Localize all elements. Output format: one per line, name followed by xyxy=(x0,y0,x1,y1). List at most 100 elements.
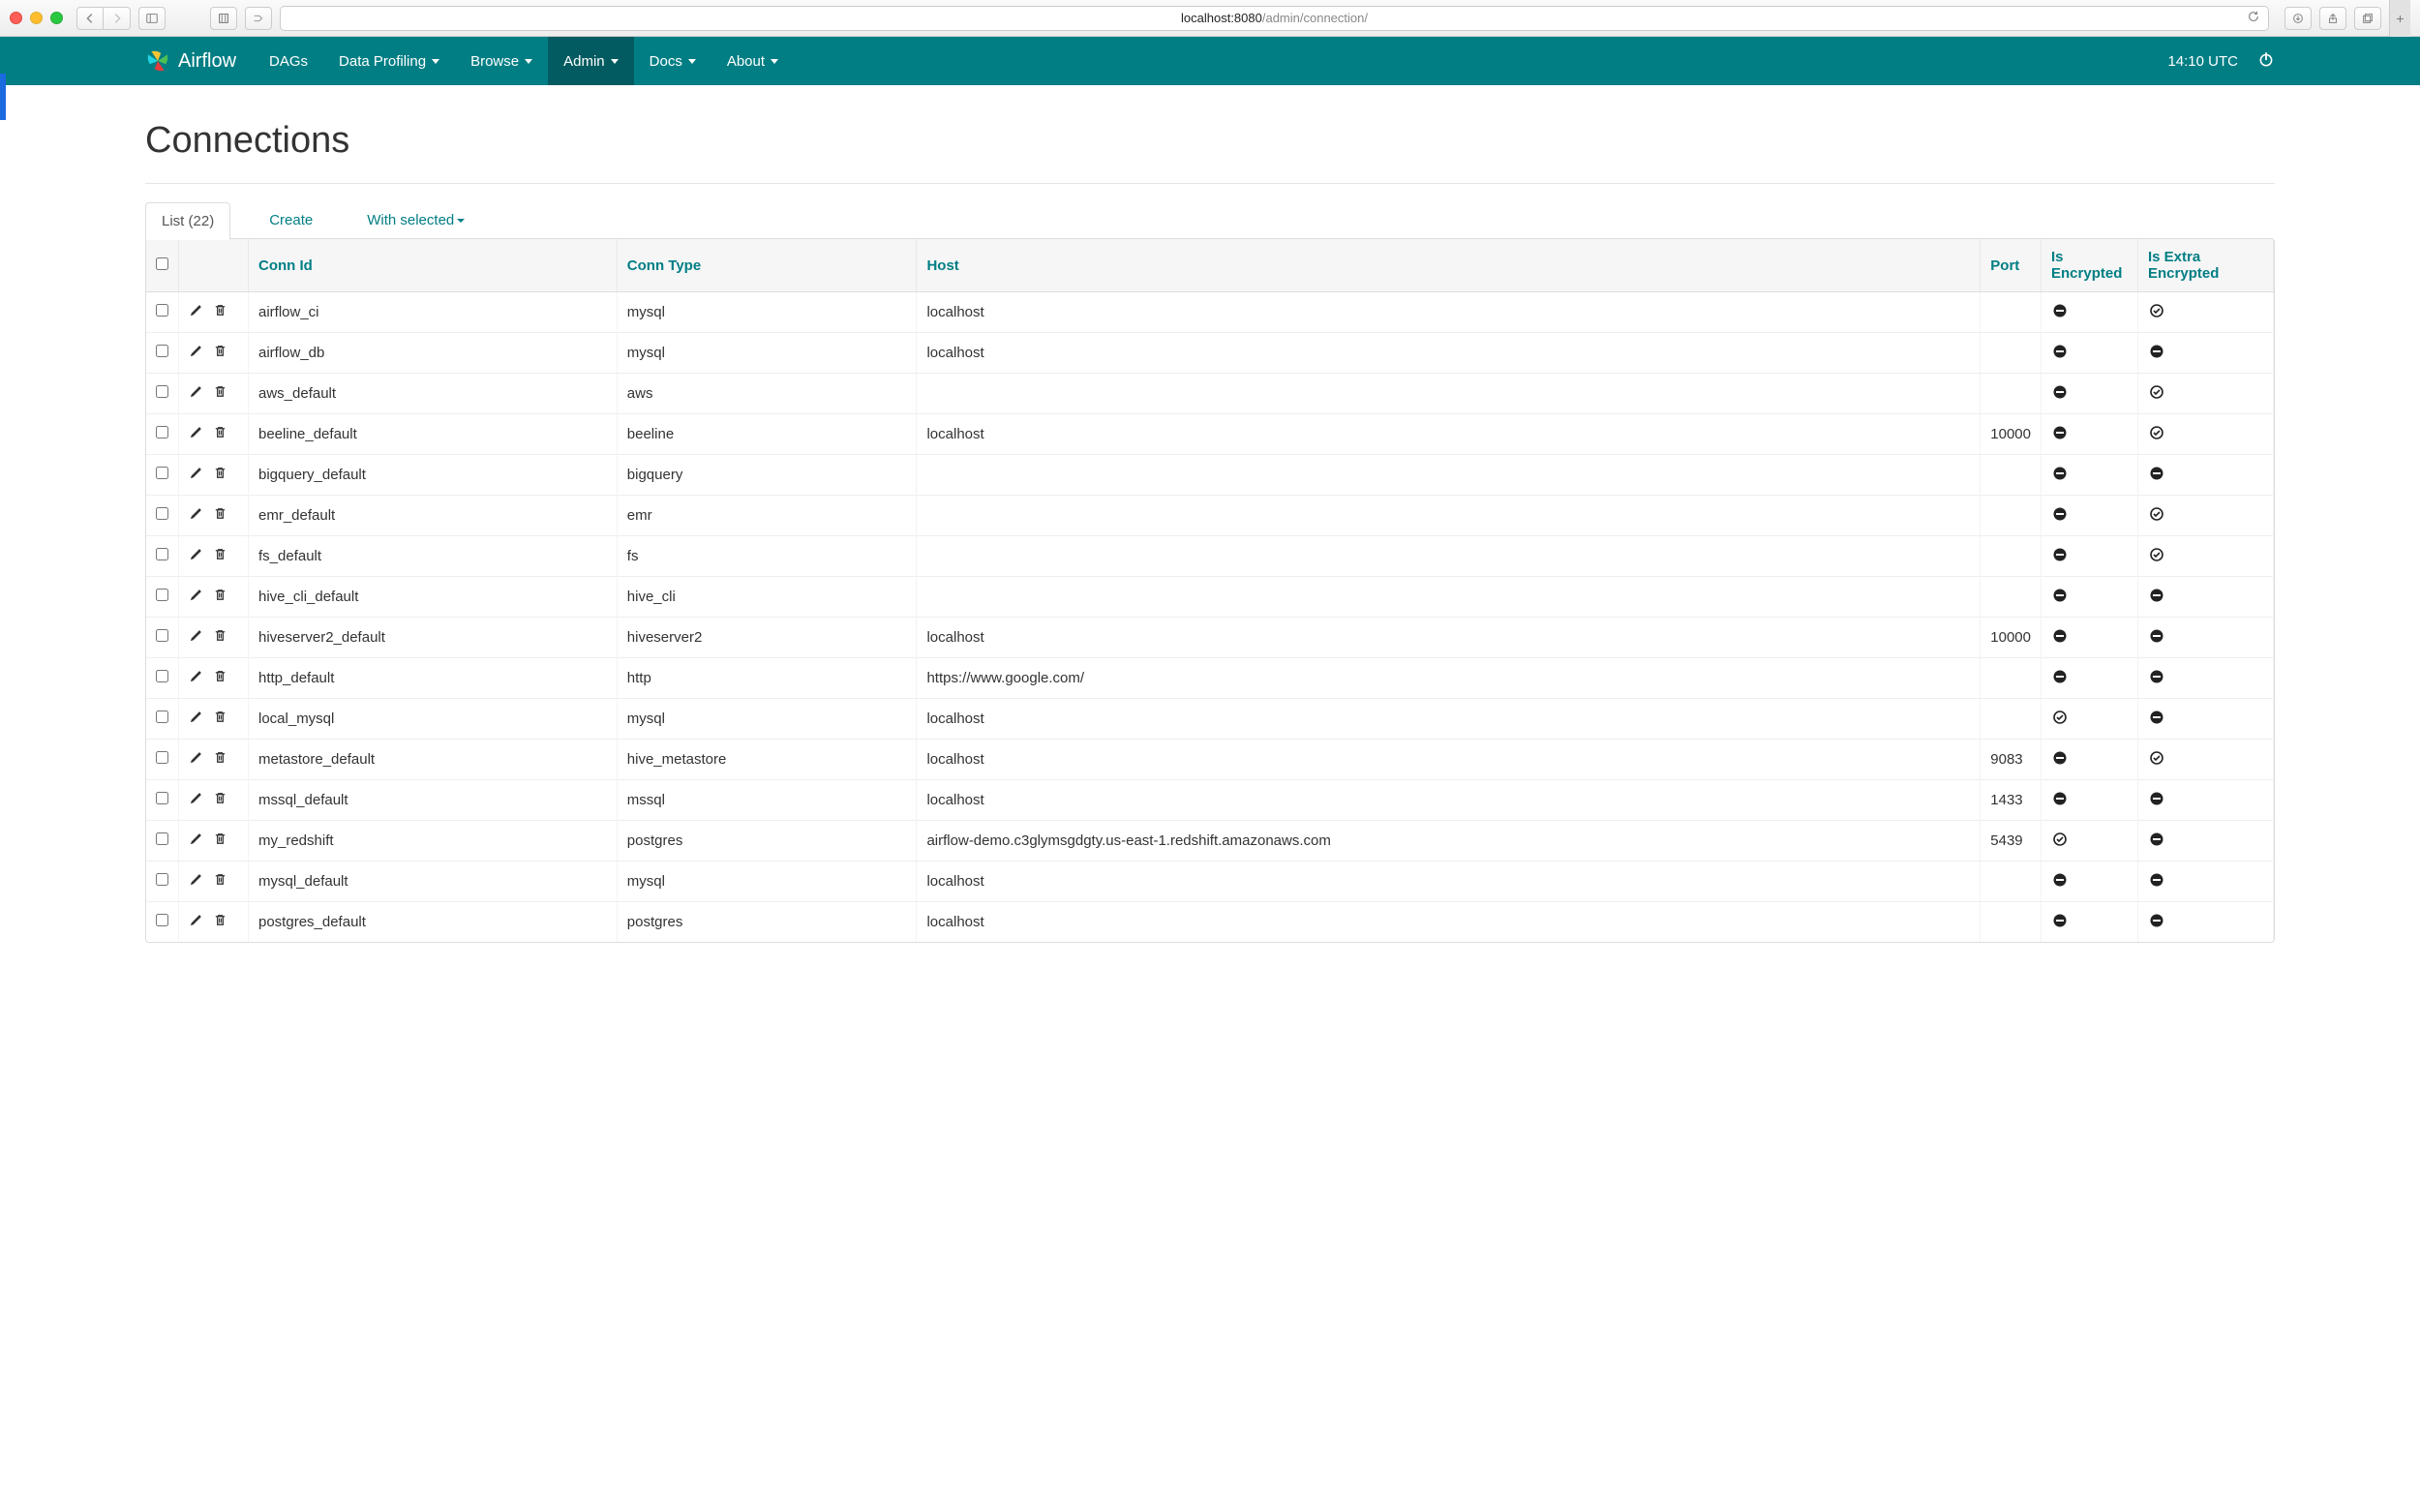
edit-icon[interactable] xyxy=(189,547,203,565)
row-checkbox[interactable] xyxy=(156,426,168,438)
chevron-down-icon xyxy=(771,59,778,64)
edit-icon[interactable] xyxy=(189,628,203,647)
nav-item-browse[interactable]: Browse xyxy=(455,37,548,85)
row-checkbox[interactable] xyxy=(156,792,168,804)
ok-circle-icon xyxy=(2148,546,2165,563)
row-checkbox[interactable] xyxy=(156,873,168,886)
row-checkbox[interactable] xyxy=(156,670,168,682)
delete-icon[interactable] xyxy=(213,750,227,769)
select-all-checkbox[interactable] xyxy=(156,257,168,270)
row-checkbox[interactable] xyxy=(156,467,168,479)
tab-list[interactable]: List (22) xyxy=(145,202,230,240)
row-checkbox[interactable] xyxy=(156,711,168,723)
cell-conn-id: mysql_default xyxy=(249,862,618,902)
delete-icon[interactable] xyxy=(213,628,227,647)
edit-icon[interactable] xyxy=(189,303,203,321)
extension-button-1[interactable] xyxy=(210,7,237,30)
downloads-button[interactable] xyxy=(2284,7,2312,30)
cell-conn-id: hiveserver2_default xyxy=(249,618,618,658)
row-checkbox[interactable] xyxy=(156,914,168,926)
reload-button[interactable] xyxy=(2247,10,2260,26)
cell-port: 1433 xyxy=(1981,780,2042,821)
delete-icon[interactable] xyxy=(213,547,227,565)
col-is-extra-encrypted[interactable]: Is Extra Encrypted xyxy=(2138,239,2274,292)
chevron-down-icon xyxy=(611,59,619,64)
delete-icon[interactable] xyxy=(213,791,227,809)
edit-icon[interactable] xyxy=(189,425,203,443)
cell-host: airflow-demo.c3glymsgdgty.us-east-1.reds… xyxy=(917,821,1981,862)
sidebar-toggle-button[interactable] xyxy=(138,7,166,30)
edit-icon[interactable] xyxy=(189,872,203,891)
delete-icon[interactable] xyxy=(213,872,227,891)
col-conn-type[interactable]: Conn Type xyxy=(617,239,917,292)
delete-icon[interactable] xyxy=(213,832,227,850)
row-checkbox[interactable] xyxy=(156,304,168,317)
delete-icon[interactable] xyxy=(213,669,227,687)
cell-conn-type: mysql xyxy=(617,862,917,902)
delete-icon[interactable] xyxy=(213,710,227,728)
maximize-window-button[interactable] xyxy=(50,12,63,24)
forward-button[interactable] xyxy=(104,7,131,30)
delete-icon[interactable] xyxy=(213,425,227,443)
delete-icon[interactable] xyxy=(213,506,227,525)
delete-icon[interactable] xyxy=(213,344,227,362)
ok-circle-icon xyxy=(2148,424,2165,441)
chevron-down-icon xyxy=(688,59,696,64)
row-checkbox[interactable] xyxy=(156,629,168,642)
nav-item-about[interactable]: About xyxy=(711,37,794,85)
minus-circle-icon xyxy=(2148,587,2165,604)
row-checkbox[interactable] xyxy=(156,751,168,764)
tab-with-selected[interactable]: With selected xyxy=(351,202,480,238)
power-icon[interactable] xyxy=(2257,50,2275,72)
cell-conn-id: mssql_default xyxy=(249,780,618,821)
share-button[interactable] xyxy=(2319,7,2346,30)
delete-icon[interactable] xyxy=(213,913,227,931)
col-host[interactable]: Host xyxy=(917,239,1981,292)
tabs-button[interactable] xyxy=(2354,7,2381,30)
delete-icon[interactable] xyxy=(213,466,227,484)
close-window-button[interactable] xyxy=(10,12,22,24)
delete-icon[interactable] xyxy=(213,384,227,403)
edit-icon[interactable] xyxy=(189,791,203,809)
edit-icon[interactable] xyxy=(189,506,203,525)
nav-item-docs[interactable]: Docs xyxy=(634,37,711,85)
cell-host: localhost xyxy=(917,699,1981,740)
extension-button-2[interactable] xyxy=(245,7,272,30)
edit-icon[interactable] xyxy=(189,344,203,362)
tab-create[interactable]: Create xyxy=(254,202,328,238)
minus-circle-icon xyxy=(2051,749,2069,767)
delete-icon[interactable] xyxy=(213,303,227,321)
back-button[interactable] xyxy=(76,7,104,30)
col-conn-id[interactable]: Conn Id xyxy=(249,239,618,292)
row-checkbox[interactable] xyxy=(156,507,168,520)
col-port[interactable]: Port xyxy=(1981,239,2042,292)
row-checkbox[interactable] xyxy=(156,548,168,560)
table-row: hiveserver2_defaulthiveserver2localhost1… xyxy=(146,618,2274,658)
edit-icon[interactable] xyxy=(189,669,203,687)
address-bar[interactable]: localhost:8080/admin/connection/ xyxy=(280,6,2269,31)
minus-circle-icon xyxy=(2051,424,2069,441)
edit-icon[interactable] xyxy=(189,384,203,403)
delete-icon[interactable] xyxy=(213,588,227,606)
edit-icon[interactable] xyxy=(189,832,203,850)
edit-icon[interactable] xyxy=(189,710,203,728)
cell-conn-id: emr_default xyxy=(249,496,618,536)
row-checkbox[interactable] xyxy=(156,832,168,845)
nav-item-data-profiling[interactable]: Data Profiling xyxy=(323,37,455,85)
connections-table: Conn Id Conn Type Host Port Is Encrypted… xyxy=(146,239,2274,942)
row-checkbox[interactable] xyxy=(156,589,168,601)
edit-icon[interactable] xyxy=(189,913,203,931)
edit-icon[interactable] xyxy=(189,750,203,769)
minus-circle-icon xyxy=(2051,505,2069,523)
col-is-encrypted[interactable]: Is Encrypted xyxy=(2042,239,2138,292)
minimize-window-button[interactable] xyxy=(30,12,43,24)
minus-circle-icon xyxy=(2148,343,2165,360)
row-checkbox[interactable] xyxy=(156,345,168,357)
edit-icon[interactable] xyxy=(189,588,203,606)
nav-item-dags[interactable]: DAGs xyxy=(254,37,323,85)
row-checkbox[interactable] xyxy=(156,385,168,398)
new-tab-button[interactable]: + xyxy=(2389,0,2410,37)
nav-item-admin[interactable]: Admin xyxy=(548,37,634,85)
edit-icon[interactable] xyxy=(189,466,203,484)
brand[interactable]: Airflow xyxy=(145,48,236,74)
